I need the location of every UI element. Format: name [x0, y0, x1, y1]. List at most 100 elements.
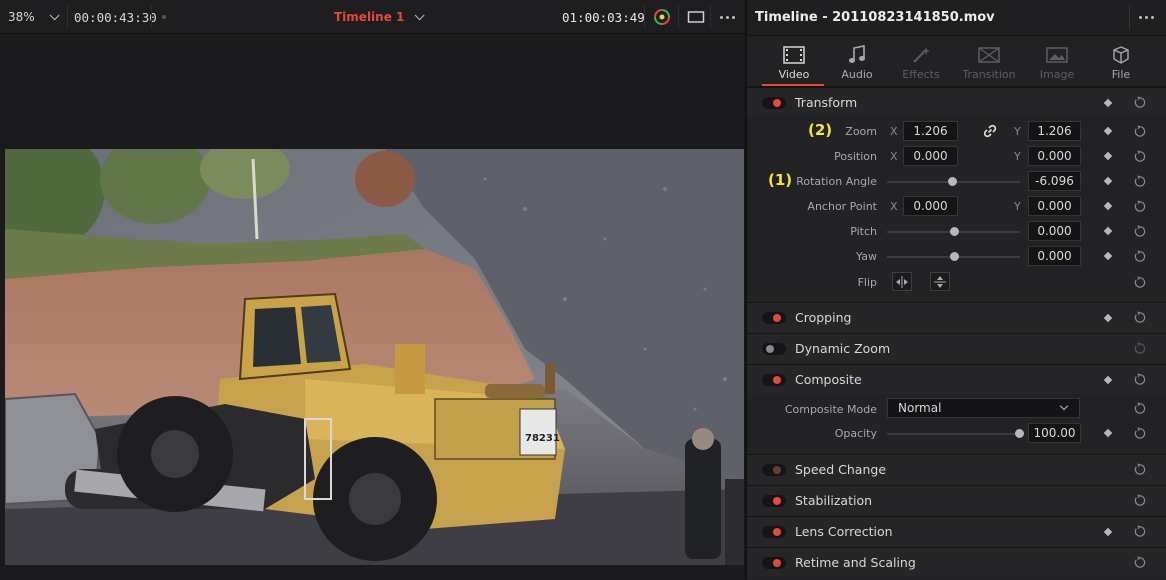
retime-scaling-toggle[interactable]: [762, 556, 786, 569]
position-x-axis: X: [890, 150, 898, 163]
tab-audio[interactable]: Audio: [825, 37, 889, 85]
keyframe-diamond-icon[interactable]: [1103, 428, 1113, 438]
tab-transition-label: Transition: [962, 68, 1016, 81]
rotation-field[interactable]: -6.096: [1028, 171, 1081, 191]
reset-icon[interactable]: [1133, 276, 1146, 289]
keyframe-diamond-icon[interactable]: [1103, 201, 1113, 211]
tab-effects-label: Effects: [902, 68, 940, 81]
status-dot-icon: [162, 0, 166, 34]
display-mode-icon[interactable]: [685, 0, 707, 34]
keyframe-diamond-icon[interactable]: [1103, 226, 1113, 236]
section-lens-correction[interactable]: Lens Correction: [747, 516, 1166, 546]
position-x-field[interactable]: 0.000: [903, 146, 958, 166]
composite-mode-label: Composite Mode: [784, 403, 877, 416]
section-speed-change-label: Speed Change: [795, 462, 887, 477]
composite-toggle[interactable]: [762, 373, 786, 386]
reset-icon[interactable]: [1133, 225, 1146, 238]
yaw-field[interactable]: 0.000: [1028, 246, 1081, 266]
tab-file[interactable]: File: [1089, 37, 1153, 85]
tab-effects[interactable]: Effects: [889, 37, 953, 85]
reset-icon[interactable]: [1133, 96, 1146, 109]
reset-icon[interactable]: [1133, 150, 1146, 163]
composite-mode-dropdown[interactable]: Normal: [887, 398, 1080, 418]
opacity-field[interactable]: 100.00: [1028, 423, 1081, 443]
yaw-row: Yaw 0.000: [747, 244, 1166, 269]
reset-icon[interactable]: [1133, 200, 1146, 213]
section-stabilization[interactable]: Stabilization: [747, 485, 1166, 515]
reset-icon[interactable]: [1133, 556, 1146, 569]
zoom-dropdown[interactable]: 38%: [8, 0, 66, 34]
reset-icon[interactable]: [1133, 311, 1146, 324]
anchor-x-axis: X: [890, 200, 898, 213]
opacity-slider-handle[interactable]: [1015, 429, 1024, 438]
zoom-y-field[interactable]: 1.206: [1028, 121, 1081, 141]
tab-image[interactable]: Image: [1025, 37, 1089, 85]
keyframe-diamond-icon[interactable]: [1103, 176, 1113, 186]
flip-vertical-button[interactable]: [930, 272, 950, 291]
section-speed-change[interactable]: Speed Change: [747, 454, 1166, 484]
zoom-value: 38%: [8, 10, 35, 24]
zoom-label: Zoom: [845, 125, 877, 138]
rotation-slider-handle[interactable]: [948, 177, 957, 186]
inspector-title: Timeline - 20110823141850.mov: [755, 10, 995, 25]
tab-transition[interactable]: Transition: [957, 37, 1021, 85]
viewer-options-icon[interactable]: [714, 0, 740, 34]
keyframe-diamond-icon[interactable]: [1103, 375, 1113, 384]
anchor-y-field[interactable]: 0.000: [1028, 196, 1081, 216]
section-retime-scaling[interactable]: Retime and Scaling: [747, 547, 1166, 577]
cropping-toggle[interactable]: [762, 311, 786, 324]
lens-correction-toggle[interactable]: [762, 525, 786, 538]
section-composite[interactable]: Composite: [747, 364, 1166, 394]
reset-icon[interactable]: [1133, 373, 1146, 386]
inspector-options-icon[interactable]: [1139, 16, 1154, 19]
annotation-2: (2): [808, 121, 833, 139]
music-note-icon: [844, 44, 870, 66]
svg-text:78231: 78231: [525, 433, 560, 444]
speed-change-toggle[interactable]: [762, 463, 786, 476]
reset-icon[interactable]: [1133, 402, 1146, 415]
section-dynamic-zoom[interactable]: Dynamic Zoom: [747, 333, 1166, 363]
keyframe-diamond-icon[interactable]: [1103, 151, 1113, 161]
reset-icon[interactable]: [1133, 494, 1146, 507]
section-dynamic-zoom-label: Dynamic Zoom: [795, 341, 891, 356]
tab-video[interactable]: Video: [762, 37, 826, 86]
reset-icon[interactable]: [1133, 175, 1146, 188]
dynamic-zoom-toggle[interactable]: [762, 342, 786, 355]
zoom-y-axis: Y: [1014, 125, 1021, 138]
pitch-slider-handle[interactable]: [950, 227, 959, 236]
keyframe-diamond-icon[interactable]: [1103, 313, 1113, 322]
pitch-field[interactable]: 0.000: [1028, 221, 1081, 241]
color-wheel-icon[interactable]: [650, 0, 674, 34]
zoom-x-field[interactable]: 1.206: [903, 121, 958, 141]
anchor-row: Anchor Point X 0.000 Y 0.000: [747, 194, 1166, 219]
stabilization-toggle[interactable]: [762, 494, 786, 507]
source-timecode: 00:00:43:30: [74, 9, 157, 25]
yaw-slider-handle[interactable]: [950, 252, 959, 261]
keyframe-diamond-icon[interactable]: [1103, 527, 1113, 536]
keyframe-diamond-icon[interactable]: [1103, 98, 1113, 107]
opacity-slider[interactable]: [887, 433, 1020, 435]
anchor-x-field[interactable]: 0.000: [903, 196, 958, 216]
opacity-label: Opacity: [834, 427, 877, 440]
section-transform[interactable]: Transform: [747, 87, 1166, 117]
composite-mode-row: Composite Mode Normal: [747, 397, 1166, 422]
transform-toggle[interactable]: [762, 96, 786, 109]
section-cropping[interactable]: Cropping: [747, 302, 1166, 332]
reset-icon[interactable]: [1133, 342, 1146, 355]
keyframe-diamond-icon[interactable]: [1103, 126, 1113, 136]
reset-icon[interactable]: [1133, 125, 1146, 138]
position-y-field[interactable]: 0.000: [1028, 146, 1081, 166]
link-icon[interactable]: [983, 124, 997, 138]
keyframe-diamond-icon[interactable]: [1103, 251, 1113, 261]
magic-wand-icon: [908, 44, 934, 66]
reset-icon[interactable]: [1133, 427, 1146, 440]
anchor-y-axis: Y: [1014, 200, 1021, 213]
flip-horizontal-button[interactable]: [892, 272, 912, 291]
yaw-label: Yaw: [856, 250, 877, 263]
timeline-selector[interactable]: Timeline 1: [334, 0, 425, 34]
reset-icon[interactable]: [1133, 463, 1146, 476]
pitch-row: Pitch 0.000: [747, 219, 1166, 244]
reset-icon[interactable]: [1133, 525, 1146, 538]
chevron-down-icon: [1059, 401, 1069, 411]
reset-icon[interactable]: [1133, 250, 1146, 263]
